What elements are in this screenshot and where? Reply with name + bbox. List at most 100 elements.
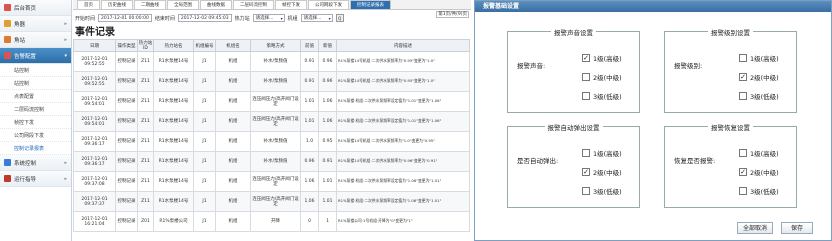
table-cell: 0.95 <box>318 131 337 152</box>
table-cell: 控制记录 <box>115 211 138 232</box>
option-label: 3级(低级) <box>750 188 779 196</box>
tab-stream[interactable]: 二层码流控制 <box>233 0 274 9</box>
table-cell: 机组 <box>215 71 251 92</box>
sidebar-item-alarm-config[interactable]: 告警配置 ▾ <box>0 48 71 64</box>
table-cell: 控制记录 <box>115 191 138 212</box>
table-cell: 2017-12-01 09:36:17 <box>73 151 116 172</box>
sidebar-item-system[interactable]: 系统控制 ▸ <box>0 155 71 171</box>
table-row[interactable]: 2017-12-01 09:52:55 控制记录 Z11 R1水泵楼14号 J1 机组 补水… <box>73 71 470 92</box>
table-cell: 1.0 <box>300 131 319 152</box>
checkbox[interactable]: ✓ <box>739 73 747 81</box>
sidebar-sub-item[interactable]: 站控制 <box>0 64 71 77</box>
table-cell: 2017-12-01 09:52:55 <box>73 51 116 72</box>
sidebar-item-home[interactable]: 后台首页 <box>0 0 71 16</box>
group-title-text: 报警恢复设置 <box>708 124 753 132</box>
table-cell: 控制记录 <box>115 151 138 172</box>
level-option: 3级(低级) <box>582 186 622 196</box>
table-cell: 补水/泵频值 <box>250 131 301 152</box>
checkbox[interactable] <box>739 92 747 100</box>
checkbox[interactable] <box>582 149 590 157</box>
tab-history[interactable]: 历史曲线 <box>101 0 133 9</box>
checkbox[interactable] <box>739 54 747 62</box>
tab-curve-data[interactable]: 曲线数据 <box>200 0 232 9</box>
option-label: 1级(高级) <box>593 55 622 63</box>
tab-frame[interactable]: 帧控下发 <box>275 0 307 9</box>
group-label: 报警级别: <box>674 62 703 70</box>
level-option: 3级(低级) <box>582 91 622 101</box>
table-cell: 0.96 <box>318 71 337 92</box>
sidebar-sub-item[interactable]: 站控制 <box>0 77 71 90</box>
sidebar-item-label: 角器 <box>14 21 26 28</box>
checkbox[interactable]: ✓ <box>582 168 590 176</box>
table-row[interactable]: 2017-12-01 09:54:01 控制记录 Z11 R1水泵楼14号 J1 机组 连压… <box>73 111 470 132</box>
dialog-body: 报警声音设置 报警声音: ✓ 1级(高级) 2级(中级) 3级(低级) 报警级别设置 报警级别… <box>475 12 831 240</box>
sidebar-sub-item-active[interactable]: 控制记录报表 <box>0 142 71 155</box>
sidebar-sub-item[interactable]: 二层码流控制 <box>0 103 71 116</box>
sidebar-item-device[interactable]: 角器 ▸ <box>0 16 71 32</box>
unit-select[interactable]: 请选择... <box>300 14 333 22</box>
sidebar-item-label: 运行指导 <box>14 176 37 183</box>
sidebar-item-guide[interactable]: 运行指导 ▸ <box>0 171 71 187</box>
table-row[interactable]: 2017-12-01 09:37:08 控制记录 Z11 R1水泵楼14号 J1 机组 连压… <box>73 171 470 192</box>
table-cell: 1.06 <box>300 191 319 212</box>
table-cell: 2017-12-01 09:37:08 <box>73 171 116 192</box>
level-option: 2级(中级) <box>582 72 622 82</box>
level-option: 1级(高级) <box>582 148 622 158</box>
query-button[interactable]: Q <box>335 14 344 22</box>
start-time-input[interactable]: 2017-12-01 00:00:00 <box>98 14 152 22</box>
sidebar-sub-item[interactable]: 点表配置 <box>0 90 71 103</box>
table-row[interactable]: 2017-12-01 09:36:17 控制记录 Z11 R1水泵楼14号 J1 机组 补水… <box>73 151 470 172</box>
table-row[interactable]: 2017-12-01 09:36:17 控制记录 Z11 R1水泵楼14号 J1 机组 补水… <box>73 131 470 152</box>
table-cell: 补水/泵频值 <box>250 71 301 92</box>
group-title: 报警级别设置 <box>665 27 796 37</box>
level-option: ✓ 2级(中级) <box>739 72 779 82</box>
settings-group: 报警声音设置 报警声音: ✓ 1级(高级) 2级(中级) 3级(低级) <box>507 29 640 113</box>
save-button[interactable]: 保存 <box>781 222 813 234</box>
table-cell: R1%泵楼·机组·二次供水泵频率设定值为"1.01"变更为"1.06" <box>336 91 470 112</box>
sidebar-item-station[interactable]: 角站 ▸ <box>0 32 71 48</box>
checkbox[interactable]: ✓ <box>739 168 747 176</box>
pager: 第1页/共(9)页 <box>436 11 469 18</box>
cancel-all-button[interactable]: 全部取消 <box>737 222 773 234</box>
checkbox[interactable] <box>739 187 747 195</box>
tab-home[interactable]: 首页 <box>77 0 100 9</box>
tab-network[interactable]: 公司网段下发 <box>308 0 349 9</box>
sidebar-item-label: 角站 <box>14 37 26 44</box>
tab-global[interactable]: 全局范围 <box>167 0 199 9</box>
table-cell: 0 <box>300 211 319 232</box>
table-cell: 连压阀压力/高开阀门设定 <box>250 171 301 192</box>
table-cell: 连压阀压力/高开阀门设定 <box>250 111 301 132</box>
table-cell: 1.01 <box>318 191 337 212</box>
table-row[interactable]: 2017-12-01 09:37:37 控制记录 Z11 R1水泵楼14号 J1 机组 连压… <box>73 191 470 212</box>
chevron-icon: ▸ <box>64 37 67 43</box>
table-row[interactable]: 2017-12-01 09:54:01 控制记录 Z11 R1水泵楼14号 J1 机组 连压… <box>73 91 470 112</box>
tab-curve2[interactable]: 二期曲线 <box>134 0 166 9</box>
end-time-input[interactable]: 2017-12-02 09:45:03 <box>177 14 232 22</box>
table-cell: 2017-12-01 09:36:17 <box>73 131 116 152</box>
alarm-settings-dialog: 报警基础设置 报警声音设置 报警声音: ✓ 1级(高级) 2级(中级) 3级(低级) 报警级… <box>474 0 832 241</box>
sidebar-sub-item[interactable]: 帧控下发 <box>0 116 71 129</box>
table-cell: 控制记录 <box>115 71 138 92</box>
checkbox[interactable] <box>739 149 747 157</box>
table-cell: Z01 <box>137 211 154 232</box>
checkbox[interactable] <box>582 73 590 81</box>
group-label: 报警声音: <box>517 62 546 70</box>
table-row[interactable]: 2017-12-01 09:52:55 控制记录 Z11 R1水泵楼14号 J1 机组 补水… <box>73 51 470 72</box>
table-cell: 2017-12-01 09:54:01 <box>73 91 116 112</box>
table-cell: 机组 <box>215 91 251 112</box>
table-cell: Z11 <box>137 191 154 212</box>
checkbox[interactable]: ✓ <box>582 54 590 62</box>
alarm-icon <box>4 52 11 59</box>
table-row[interactable]: 2017-12-01 16:21:04 控制记录 Z01 R1%泵楼公司 J1 机组 开降 0… <box>73 211 470 232</box>
table-cell: 机组 <box>215 191 251 212</box>
table-cell: 0.91 <box>300 51 319 72</box>
group-label: 恢复是否报警: <box>674 157 716 165</box>
sidebar-sub-item[interactable]: 公司网段下发 <box>0 129 71 142</box>
column-header: 操作类型 <box>115 39 138 52</box>
table-cell: 1.06 <box>318 111 337 132</box>
checkbox[interactable] <box>582 92 590 100</box>
station-select[interactable]: 请选择... <box>252 14 285 22</box>
column-header: 机组编号 <box>193 39 216 52</box>
tab-control-report[interactable]: 控制记录报表 <box>350 0 391 9</box>
checkbox[interactable] <box>582 187 590 195</box>
